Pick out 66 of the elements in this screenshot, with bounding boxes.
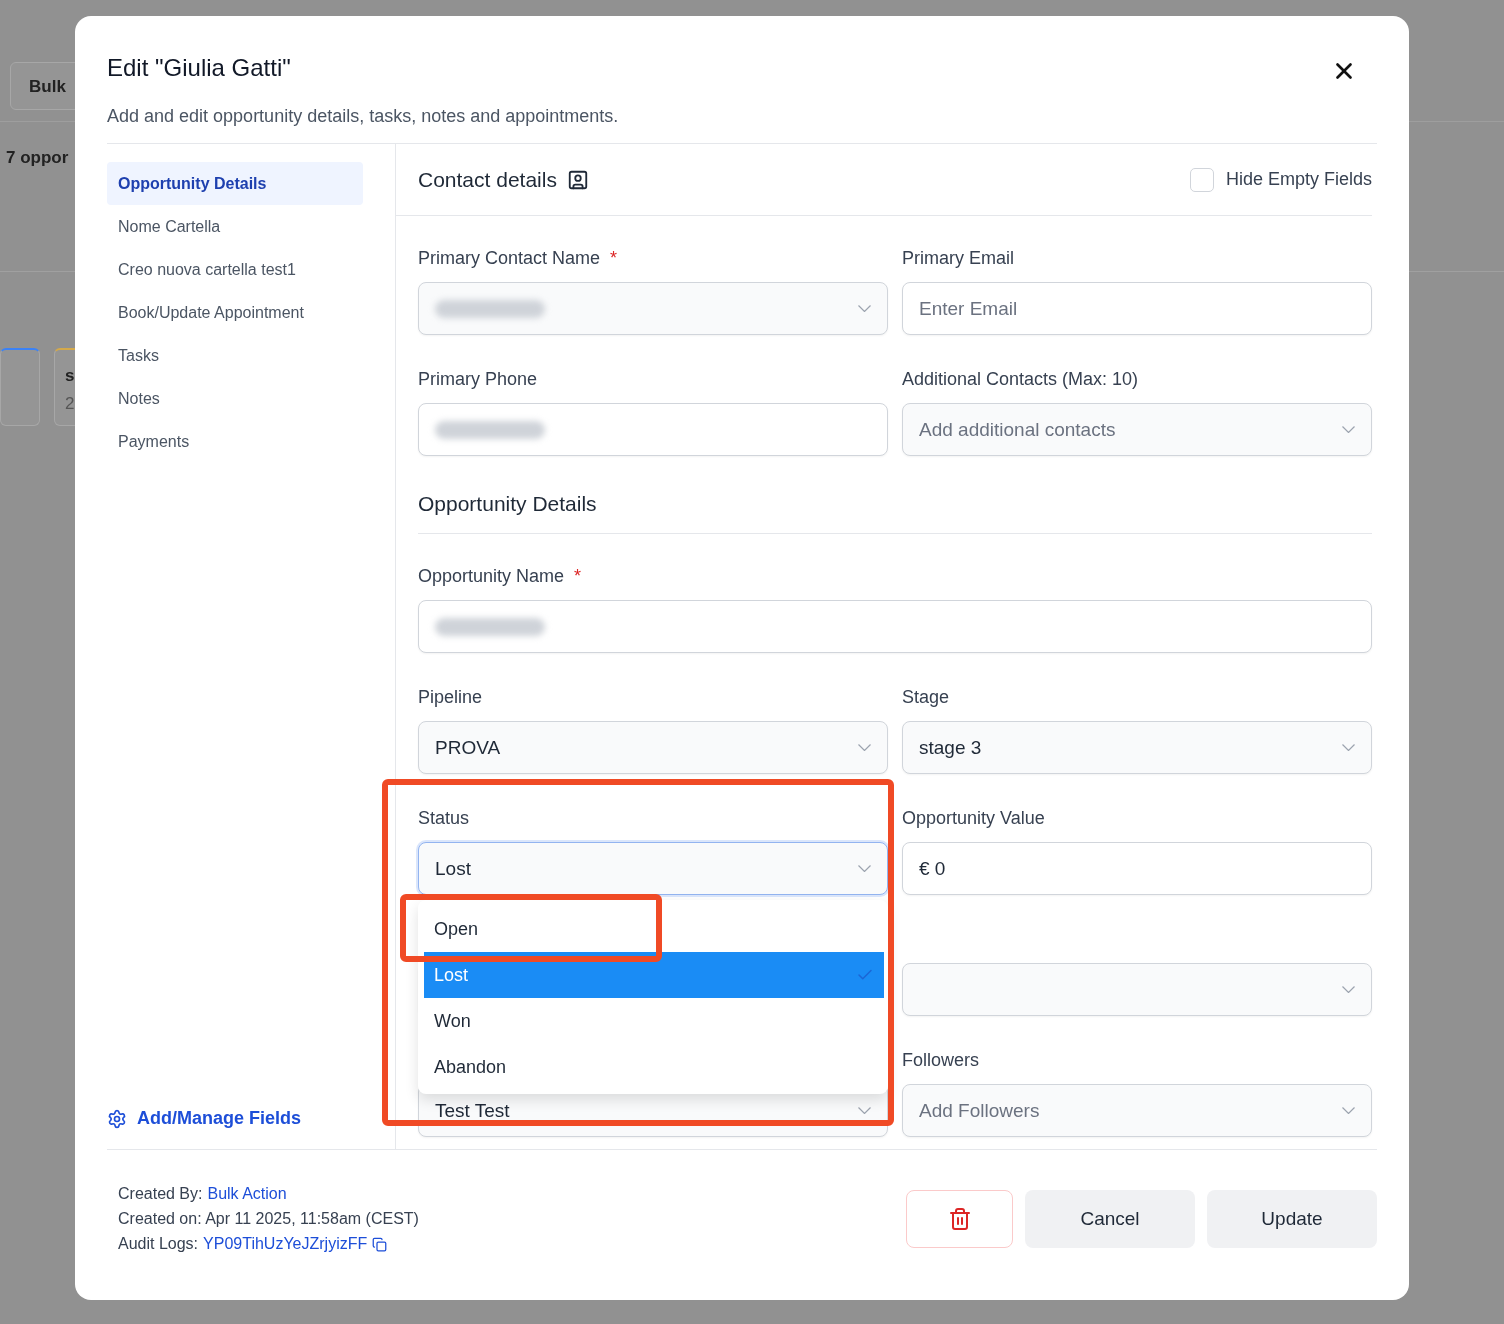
sidebar-item[interactable]: Nome Cartella [107, 205, 363, 248]
trash-icon [947, 1207, 972, 1231]
chevron-icon [1342, 744, 1355, 751]
stage-count: 2 [65, 394, 76, 414]
field-label: Primary Email [902, 248, 1014, 268]
section-title: Contact details [418, 167, 589, 192]
select-field[interactable]: stage 3 [902, 721, 1372, 774]
hide-empty-checkbox[interactable]: Hide Empty Fields [1189, 167, 1372, 192]
copy-icon[interactable] [372, 1236, 388, 1252]
input-field[interactable] [418, 403, 888, 456]
settings-icon [107, 1108, 127, 1129]
field-label: Status [418, 808, 470, 828]
created-by-link[interactable]: Bulk Action [207, 1185, 287, 1203]
field-label: Primary Contact Name [418, 248, 601, 268]
field-value: PROVA [435, 736, 501, 759]
audit-logs-label: Audit Logs: [118, 1235, 199, 1253]
sidebar-item[interactable]: Notes [107, 377, 363, 420]
dropdown-option[interactable]: Won [424, 998, 884, 1044]
field-label: Stage [902, 687, 950, 707]
sidebar-item[interactable]: Book/Update Appointment [107, 291, 363, 334]
audit-log-link[interactable]: YP09TihUzYeJZrjyizFF [203, 1235, 368, 1253]
select-field[interactable]: Lost [418, 842, 888, 895]
required-asterisk: * [574, 566, 582, 586]
created-by-label: Created By: [118, 1185, 203, 1203]
field-label: Pipeline [418, 687, 483, 707]
stage-title: s [65, 366, 76, 386]
chevron-icon [858, 865, 871, 872]
chevron-icon [858, 1107, 871, 1114]
input-field[interactable]: € 0 [902, 842, 1372, 895]
field-placeholder: Add additional contacts [919, 418, 1116, 441]
footer-button[interactable]: Cancel [1025, 1190, 1195, 1248]
created-on-text: Created on: Apr 11 2025, 11:58am (CEST) [118, 1210, 419, 1228]
dropdown-option[interactable]: Open [424, 906, 884, 952]
select-field[interactable]: Add Followers [902, 1084, 1372, 1137]
field-placeholder: Enter Email [919, 297, 1018, 320]
field-value: Lost [435, 857, 471, 880]
field-label: Opportunity Name [418, 566, 565, 586]
footer-button[interactable]: Update [1207, 1190, 1377, 1248]
sidebar-item[interactable]: Opportunity Details [107, 162, 363, 205]
chevron-icon [1342, 426, 1355, 433]
field-value: stage 3 [919, 736, 982, 759]
input-field[interactable] [418, 600, 1372, 653]
field-label: Primary Phone [418, 369, 538, 389]
input-field[interactable]: Enter Email [902, 282, 1372, 335]
delete-button[interactable] [906, 1190, 1013, 1248]
chevron-icon [858, 305, 871, 312]
sidebar-item[interactable]: Payments [107, 420, 363, 463]
field-placeholder: Add Followers [919, 1099, 1040, 1122]
manage-fields-link[interactable]: Add/Manage Fields [107, 1108, 363, 1129]
select-field[interactable]: PROVA [418, 721, 888, 774]
field-label: Additional Contacts (Max: 10) [902, 369, 1139, 389]
chevron-icon [858, 744, 871, 751]
field-value: € 0 [919, 857, 946, 880]
chevron-icon [1342, 986, 1355, 993]
field-label: Opportunity Value [902, 808, 1045, 828]
field-label: Followers [902, 1050, 980, 1070]
select-field[interactable] [902, 963, 1372, 1016]
select-field[interactable] [418, 282, 888, 335]
required-asterisk: * [610, 248, 618, 268]
field-value: Test Test [435, 1099, 510, 1122]
chevron-icon [1342, 1107, 1355, 1114]
dialog-title: Edit "Giulia Gatti" [107, 54, 291, 82]
section-title: Opportunity Details [418, 456, 1372, 534]
sidebar-item[interactable]: Tasks [107, 334, 363, 377]
select-field[interactable]: Add additional contacts [902, 403, 1372, 456]
contact-card-icon [566, 168, 589, 191]
